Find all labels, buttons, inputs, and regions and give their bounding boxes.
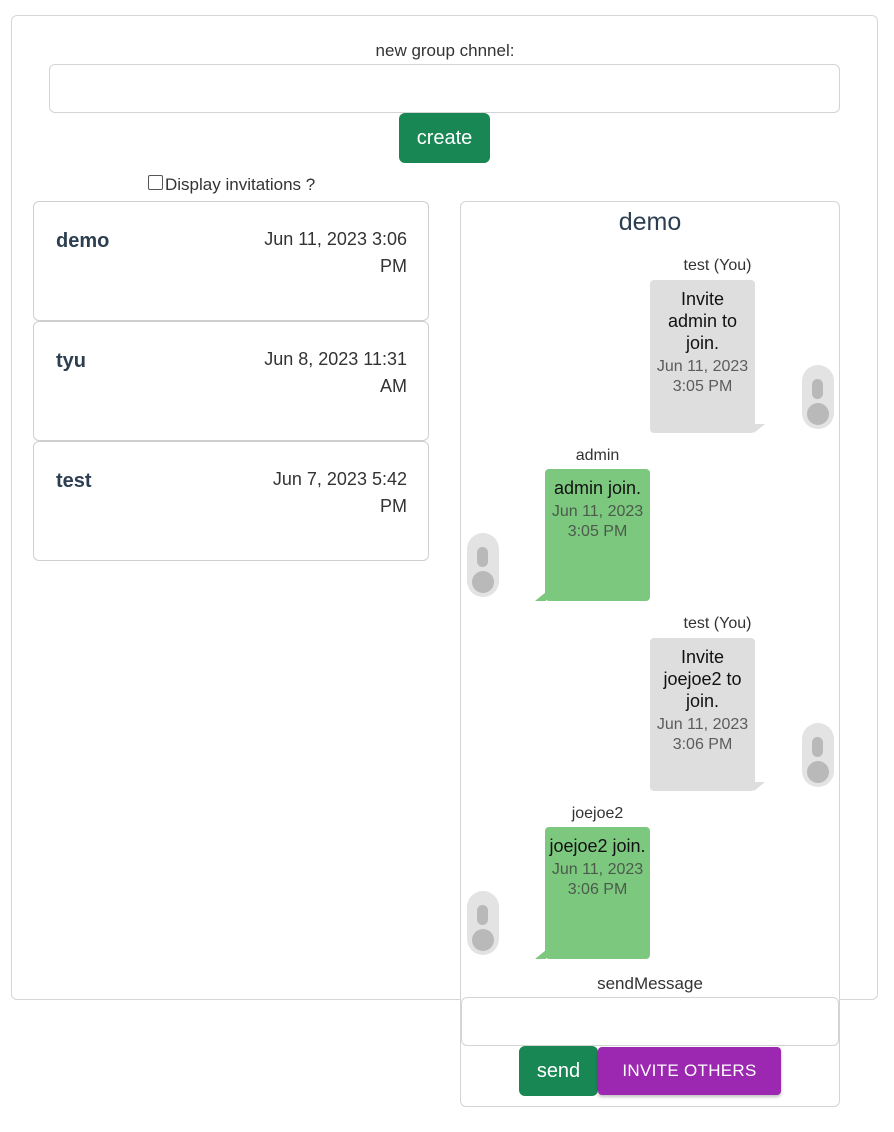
channel-date: Jun 11, 2023 3:06 PM [264, 229, 407, 276]
message-bubble: admin join. Jun 11, 2023 3:05 PM [545, 469, 650, 601]
message-sender: test (You) [683, 615, 752, 632]
invite-others-button[interactable]: INVITE OTHERS [598, 1047, 781, 1095]
channel-item[interactable]: demo Jun 11, 2023 3:06 PM [33, 201, 429, 321]
display-invitations-toggle[interactable]: Display invitations ? [148, 174, 316, 195]
send-message-label: sendMessage [597, 974, 703, 993]
bubble-tail [754, 782, 765, 791]
message-text: Invite admin to join. [667, 289, 738, 353]
send-button[interactable]: send [519, 1046, 598, 1096]
avatar-icon [802, 723, 834, 787]
message-sender: joejoe2 [571, 805, 624, 822]
message-time: Jun 11, 2023 3:06 PM [656, 716, 749, 753]
message-sender: test (You) [683, 257, 752, 274]
avatar-icon [802, 365, 834, 429]
avatar-icon [467, 891, 499, 955]
new-channel-label: new group chnnel: [375, 41, 515, 60]
display-invitations-label: Display invitations ? [165, 175, 316, 194]
message-bubble: Invite joejoe2 to join. Jun 11, 2023 3:0… [650, 638, 755, 791]
message-text: admin join. [553, 478, 642, 498]
message-bubble: joejoe2 join. Jun 11, 2023 3:06 PM [545, 827, 650, 959]
channel-date: Jun 8, 2023 11:31 AM [264, 349, 407, 396]
channel-item[interactable]: tyu Jun 8, 2023 11:31 AM [33, 321, 429, 441]
channel-name: demo [56, 230, 110, 252]
new-channel-input[interactable] [49, 64, 840, 113]
bubble-tail [754, 424, 765, 433]
bubble-tail [535, 592, 546, 601]
bubble-tail [535, 950, 546, 959]
message-bubble: Invite admin to join. Jun 11, 2023 3:05 … [650, 280, 755, 433]
message-text: Invite joejoe2 to join. [663, 647, 742, 711]
display-invitations-checkbox[interactable] [148, 174, 163, 190]
channel-item[interactable]: test Jun 7, 2023 5:42 PM [33, 441, 429, 561]
channel-date: Jun 7, 2023 5:42 PM [272, 469, 407, 516]
message-time: Jun 11, 2023 3:06 PM [551, 861, 644, 898]
message-time: Jun 11, 2023 3:05 PM [551, 503, 644, 540]
chat-title: demo [618, 208, 682, 236]
message-input[interactable] [461, 997, 839, 1046]
message-sender: admin [575, 447, 620, 464]
message-text: joejoe2 join. [549, 836, 646, 856]
message-time: Jun 11, 2023 3:05 PM [656, 358, 749, 395]
channel-name: test [56, 470, 92, 492]
avatar-icon [467, 533, 499, 597]
create-button[interactable]: create [399, 113, 490, 163]
channel-name: tyu [56, 350, 86, 372]
